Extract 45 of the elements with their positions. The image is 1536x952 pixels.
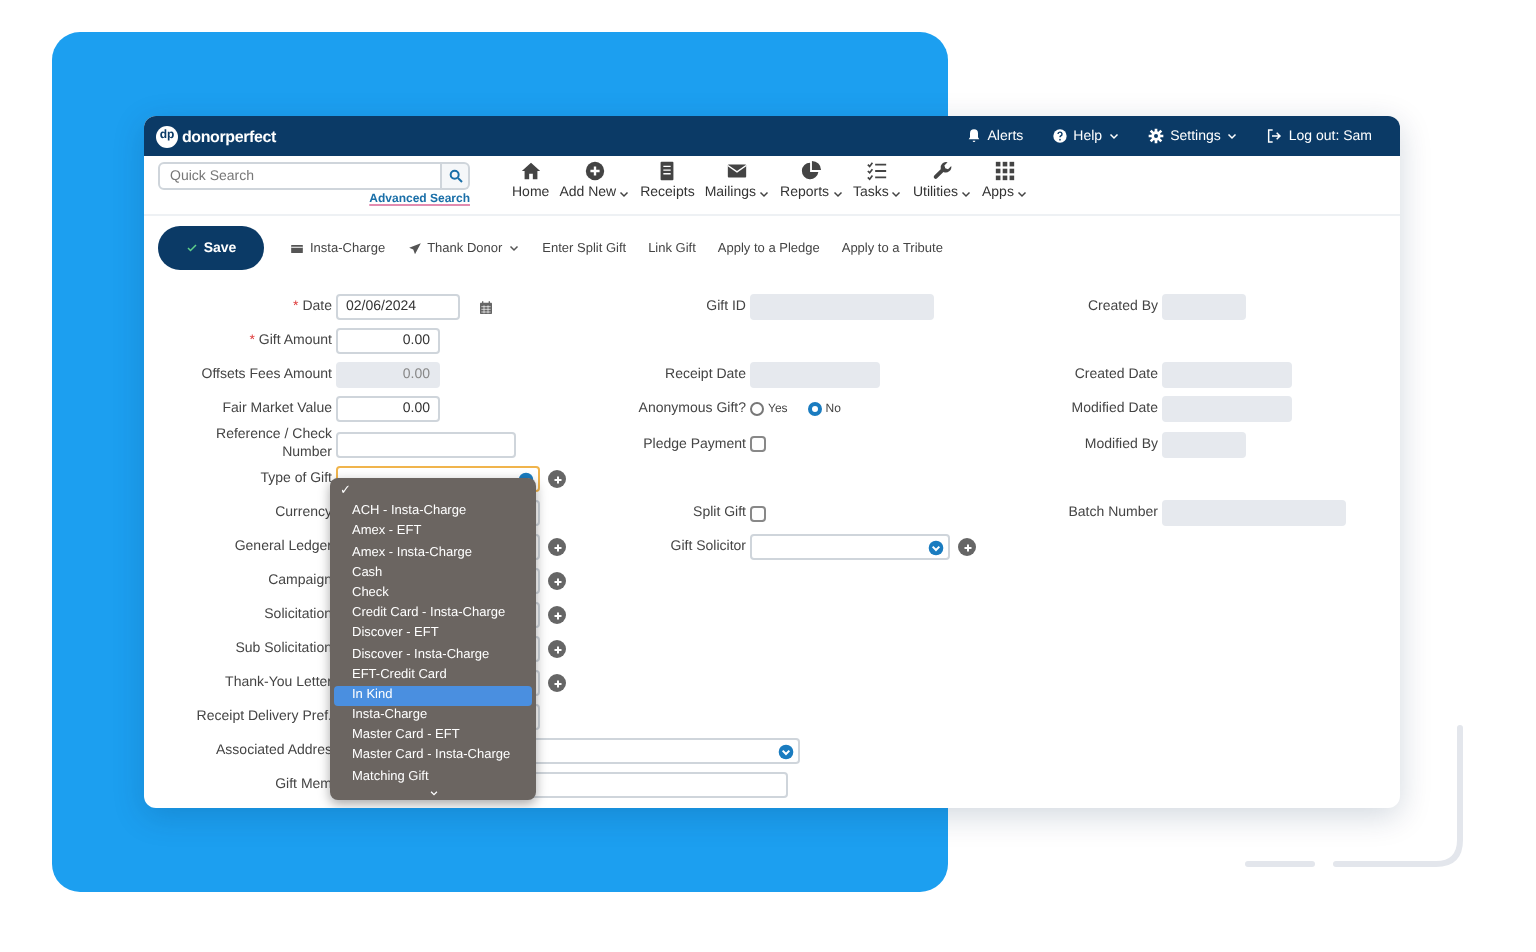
chevron-down-icon xyxy=(928,539,944,555)
readonly-field xyxy=(1162,396,1292,422)
home-icon xyxy=(519,160,542,182)
plus-icon xyxy=(551,643,563,655)
logout-icon xyxy=(1266,128,1283,144)
add-button[interactable] xyxy=(548,470,566,488)
add-button[interactable] xyxy=(548,572,566,590)
chevron-down-icon xyxy=(778,743,794,759)
add-button[interactable] xyxy=(548,674,566,692)
add-button[interactable] xyxy=(958,538,976,556)
text-field[interactable] xyxy=(336,431,516,457)
plus-icon xyxy=(551,473,563,485)
plus-circle-icon xyxy=(583,160,606,182)
bell-icon xyxy=(965,128,982,144)
settings-icon xyxy=(1148,128,1165,144)
document-icon xyxy=(656,160,679,182)
add-button[interactable] xyxy=(548,538,566,556)
check-icon xyxy=(185,242,198,254)
chevron-down-icon xyxy=(427,787,439,798)
search-button[interactable] xyxy=(442,162,470,190)
readonly-field xyxy=(1162,431,1246,457)
select-field[interactable] xyxy=(750,534,950,560)
plus-icon xyxy=(961,541,973,553)
plus-icon xyxy=(551,575,563,587)
readonly-field xyxy=(1162,294,1246,320)
card-icon xyxy=(290,241,304,255)
plus-icon xyxy=(551,677,563,689)
send-icon xyxy=(407,241,422,255)
pie-chart-icon xyxy=(800,160,823,182)
grid-icon xyxy=(993,160,1016,182)
brand-name: donorperfect xyxy=(182,127,276,145)
checkbox[interactable] xyxy=(750,436,766,452)
checkbox[interactable] xyxy=(750,505,766,521)
add-button[interactable] xyxy=(548,640,566,658)
readonly-field xyxy=(1162,362,1292,388)
envelope-icon xyxy=(726,160,749,182)
calendar-icon xyxy=(478,299,494,315)
wrench-icon xyxy=(931,160,954,182)
plus-icon xyxy=(551,541,563,553)
checklist-icon xyxy=(866,160,889,182)
plus-icon xyxy=(551,609,563,621)
readonly-field xyxy=(750,362,880,388)
add-button[interactable] xyxy=(548,606,566,624)
help-icon xyxy=(1051,128,1068,144)
search-icon xyxy=(447,168,463,184)
